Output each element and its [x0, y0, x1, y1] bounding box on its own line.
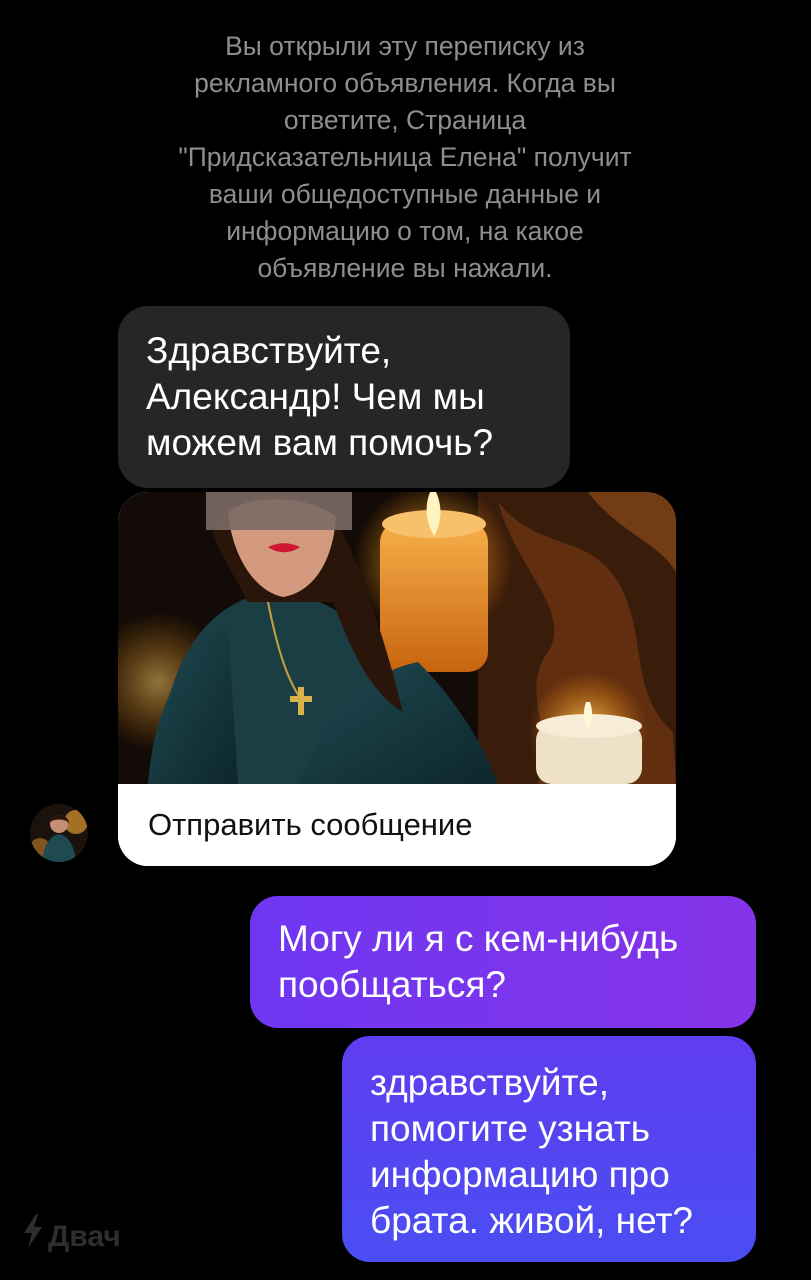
outgoing-message-bubble[interactable]: здравствуйте, помогите узнать информацию… — [342, 1036, 756, 1262]
ad-card[interactable]: Отправить сообщение — [118, 492, 676, 866]
message-line: Здравствуйте, — [146, 330, 392, 371]
ad-image[interactable] — [118, 492, 676, 784]
watermark-text: Двач — [48, 1219, 121, 1253]
message-line: можем вам помочь? — [146, 422, 494, 463]
outgoing-message-bubble[interactable]: Могу ли я с кем-нибудь пообщаться? — [250, 896, 756, 1028]
notice-line: объявление вы нажали. — [257, 253, 553, 283]
notice-line: рекламного объявления. Когда вы — [194, 68, 616, 98]
notice-line: Вы открыли эту переписку из — [225, 31, 585, 61]
notice-line: ответите, Страница — [283, 105, 527, 135]
message-line: помогите узнать — [370, 1108, 651, 1149]
message-line: Александр! Чем мы — [146, 376, 485, 417]
message-line: здравствуйте, — [370, 1062, 609, 1103]
notice-line: ваши общедоступные данные и — [208, 179, 602, 209]
send-message-button[interactable]: Отправить сообщение — [118, 784, 676, 866]
message-line: брата. живой, нет? — [370, 1200, 693, 1241]
notice-line: информацию о том, на какое — [226, 216, 584, 246]
ad-disclosure-notice: Вы открыли эту переписку из рекламного о… — [120, 28, 690, 287]
avatar[interactable] — [30, 804, 88, 862]
message-line: пообщаться? — [278, 964, 506, 1005]
lightning-icon — [22, 1214, 44, 1259]
watermark: Двач — [22, 1214, 121, 1259]
incoming-message-bubble[interactable]: Здравствуйте, Александр! Чем мы можем ва… — [118, 306, 570, 488]
message-line: Могу ли я с кем-нибудь — [278, 918, 679, 959]
message-line: информацию про — [370, 1154, 670, 1195]
notice-line: "Придсказательница Елена" получит — [178, 142, 632, 172]
